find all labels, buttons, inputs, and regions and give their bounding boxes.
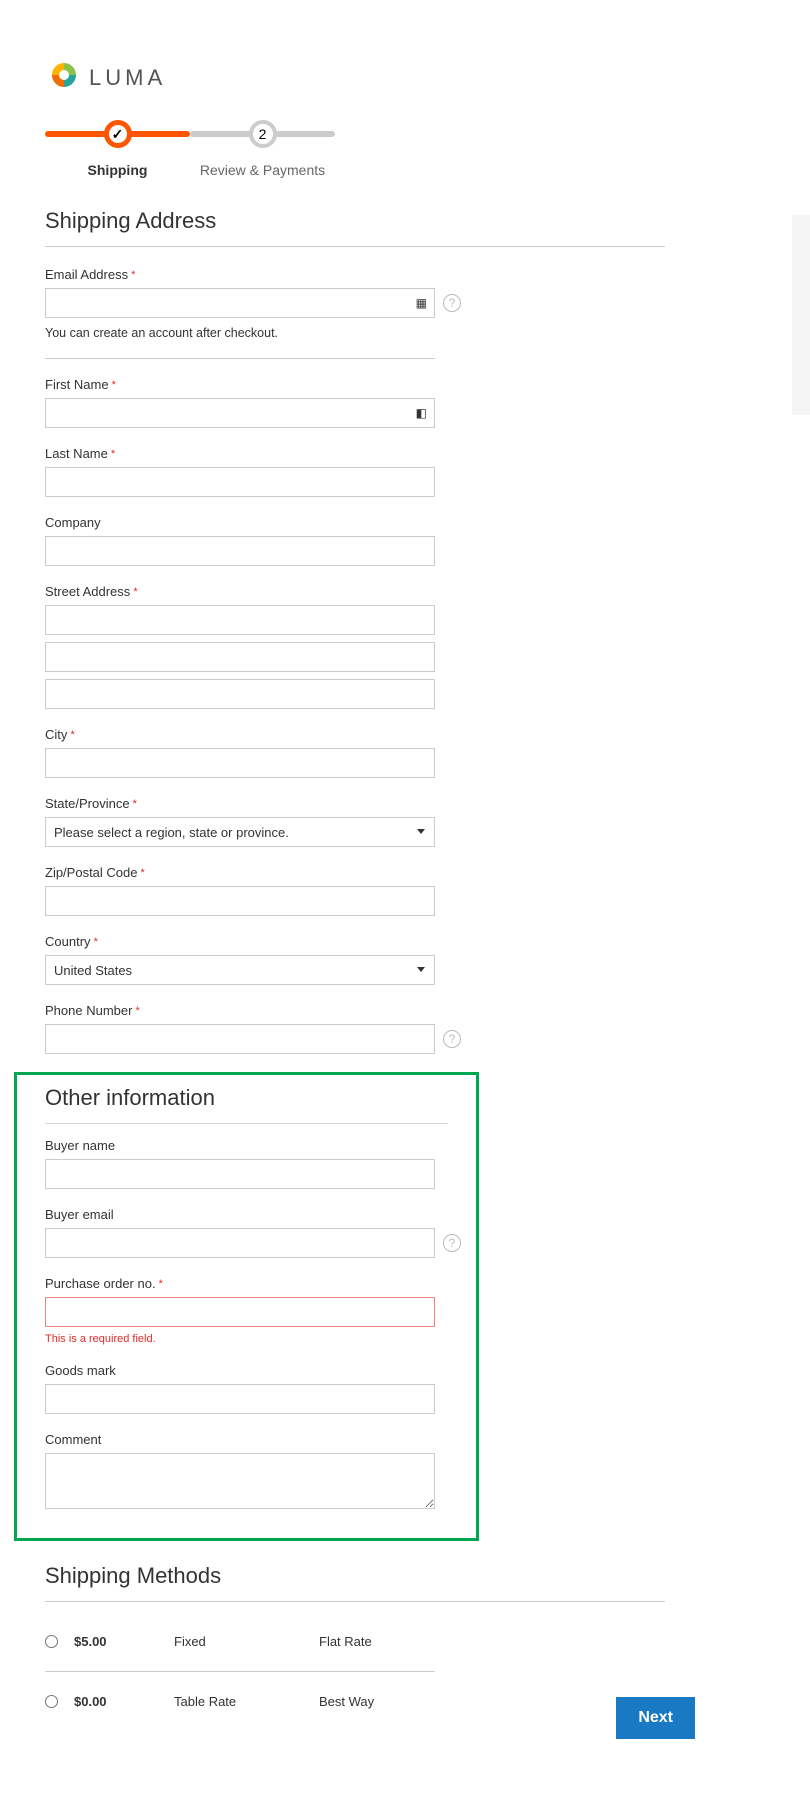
goods-mark-label: Goods mark [45, 1363, 435, 1378]
po-no-error: This is a required field. [45, 1333, 435, 1345]
scrollbar[interactable] [792, 215, 810, 415]
ship-price: $5.00 [74, 1634, 174, 1649]
divider [45, 246, 665, 247]
divider [45, 1671, 435, 1672]
ship-price: $0.00 [74, 1694, 174, 1709]
last-name-input[interactable] [45, 467, 435, 497]
buyer-name-input[interactable] [45, 1159, 435, 1189]
first-name-input[interactable] [45, 398, 435, 428]
section-title-other: Other information [45, 1085, 448, 1111]
help-icon[interactable]: ? [443, 1030, 461, 1048]
po-no-input[interactable] [45, 1297, 435, 1327]
next-button[interactable]: Next [616, 1697, 695, 1739]
company-label: Company [45, 515, 435, 530]
email-input[interactable] [45, 288, 435, 318]
street-label: Street Address [45, 584, 435, 599]
step-number: 2 [259, 126, 267, 142]
progress-step-1[interactable]: ✓ [104, 120, 132, 148]
ship-type: Table Rate [174, 1694, 319, 1709]
state-label: State/Province [45, 796, 435, 811]
ship-carrier: Flat Rate [319, 1634, 435, 1649]
brand-logo[interactable]: LUMA [45, 60, 765, 95]
city-label: City [45, 727, 435, 742]
divider [45, 1601, 665, 1602]
help-icon[interactable]: ? [443, 294, 461, 312]
last-name-label: Last Name [45, 446, 435, 461]
keyboard-icon: ▦ [416, 296, 427, 310]
section-title-shipping: Shipping Address [45, 208, 765, 234]
progress-step-2[interactable]: 2 [249, 120, 277, 148]
shipping-method-row[interactable]: $5.00 Fixed Flat Rate [45, 1622, 435, 1661]
zip-label: Zip/Postal Code [45, 865, 435, 880]
brand-name: LUMA [89, 65, 166, 91]
goods-mark-input[interactable] [45, 1384, 435, 1414]
buyer-email-label: Buyer email [45, 1207, 435, 1222]
email-label: Email Address [45, 267, 435, 282]
shipping-radio-table[interactable] [45, 1695, 58, 1708]
comment-input[interactable] [45, 1453, 435, 1509]
buyer-email-input[interactable] [45, 1228, 435, 1258]
email-hint: You can create an account after checkout… [45, 326, 435, 340]
section-title-methods: Shipping Methods [45, 1563, 765, 1589]
street-input-1[interactable] [45, 605, 435, 635]
state-select[interactable]: Please select a region, state or provinc… [45, 817, 435, 847]
other-info-section: Other information Buyer name Buyer email… [14, 1072, 479, 1541]
check-icon: ✓ [112, 126, 124, 143]
street-input-3[interactable] [45, 679, 435, 709]
first-name-label: First Name [45, 377, 435, 392]
po-no-label: Purchase order no. [45, 1276, 435, 1291]
luma-logo-icon [49, 60, 79, 95]
autofill-icon: ◧ [416, 406, 427, 420]
checkout-progress: ✓ Shipping 2 Review & Payments [45, 120, 335, 178]
help-icon[interactable]: ? [443, 1234, 461, 1252]
progress-label-2: Review & Payments [200, 162, 325, 178]
divider [45, 358, 435, 359]
ship-type: Fixed [174, 1634, 319, 1649]
progress-label-1: Shipping [88, 162, 148, 178]
country-select[interactable]: United States [45, 955, 435, 985]
country-label: Country [45, 934, 435, 949]
divider [45, 1123, 448, 1124]
city-input[interactable] [45, 748, 435, 778]
zip-input[interactable] [45, 886, 435, 916]
shipping-radio-flat[interactable] [45, 1635, 58, 1648]
ship-carrier: Best Way [319, 1694, 435, 1709]
phone-input[interactable] [45, 1024, 435, 1054]
street-input-2[interactable] [45, 642, 435, 672]
shipping-methods-list: $5.00 Fixed Flat Rate $0.00 Table Rate B… [45, 1622, 435, 1721]
comment-label: Comment [45, 1432, 435, 1447]
phone-label: Phone Number [45, 1003, 435, 1018]
buyer-name-label: Buyer name [45, 1138, 435, 1153]
shipping-method-row[interactable]: $0.00 Table Rate Best Way [45, 1682, 435, 1721]
company-input[interactable] [45, 536, 435, 566]
